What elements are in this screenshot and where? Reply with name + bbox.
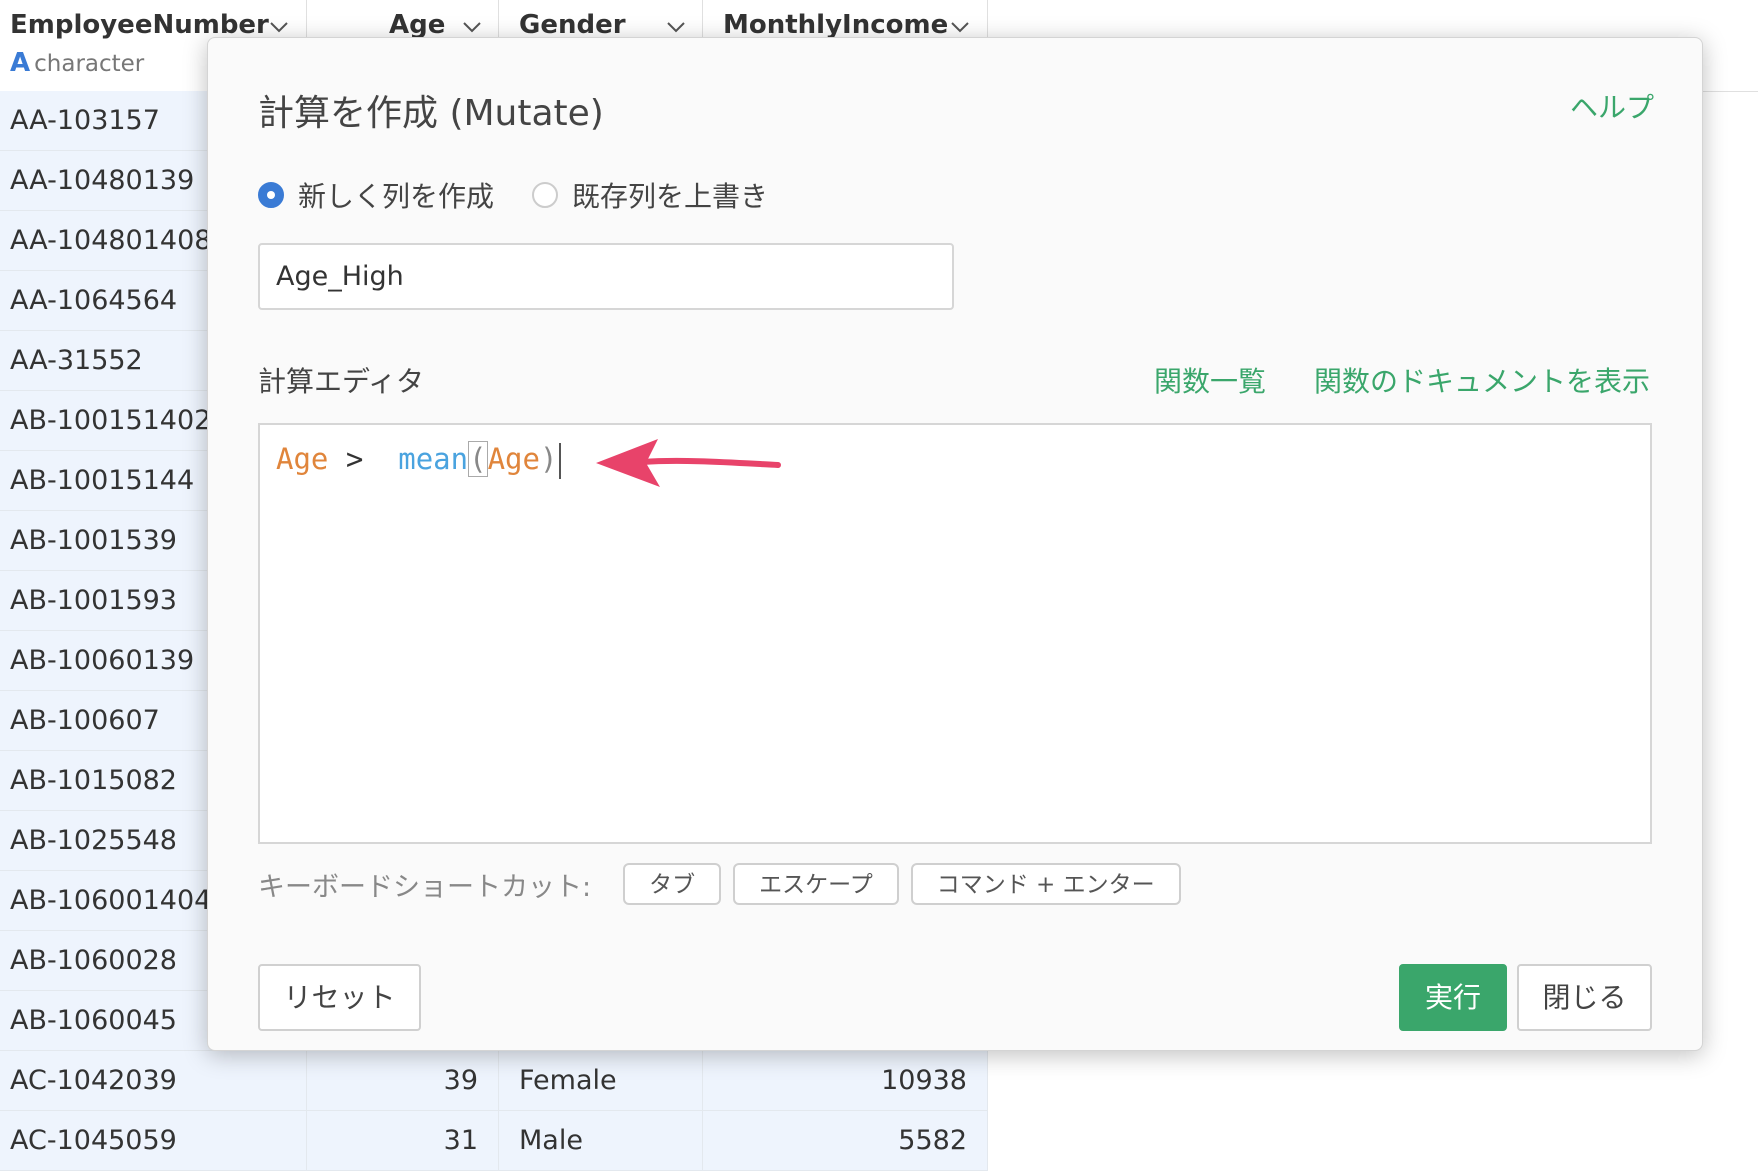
cell-employee-number[interactable]: AC-1045059: [0, 1111, 307, 1170]
run-button[interactable]: 実行: [1399, 964, 1507, 1031]
function-docs-link[interactable]: 関数のドキュメントを表示: [1314, 360, 1650, 400]
editor-label: 計算エディタ: [258, 365, 425, 398]
cell-gender[interactable]: Male: [499, 1111, 703, 1170]
code-token-paren-close: ): [539, 442, 558, 476]
function-list-link[interactable]: 関数一覧: [1154, 360, 1266, 400]
cell-monthly-income[interactable]: 5582: [703, 1111, 988, 1170]
cell-age[interactable]: 31: [307, 1111, 499, 1170]
shortcut-command-enter: コマンド + エンター: [910, 863, 1181, 905]
code-token-paren-open: (: [468, 441, 488, 477]
shortcut-escape: エスケープ: [733, 863, 899, 905]
keyboard-shortcuts: キーボードショートカット: タブ エスケープ コマンド + エンター: [258, 862, 1193, 906]
code-token-function: mean: [398, 442, 469, 476]
table-row[interactable]: AC-1045059 31 Male 5582: [0, 1111, 988, 1171]
calculation-editor[interactable]: Age > mean(Age): [258, 423, 1652, 844]
character-type-icon: A: [10, 48, 31, 78]
radio-label: 既存列を上書き: [572, 180, 769, 213]
radio-selected-icon[interactable]: [258, 182, 284, 208]
cell-employee-number[interactable]: AC-1042039: [0, 1051, 307, 1110]
column-name: MonthlyIncome: [723, 10, 949, 40]
column-type: Acharacter: [10, 48, 145, 78]
shortcut-tab: タブ: [623, 863, 722, 905]
table-row[interactable]: AC-1042039 39 Female 10938: [0, 1051, 988, 1111]
mode-radio-group: 新しく列を作成 既存列を上書き: [258, 175, 806, 215]
code-token-variable: Age: [276, 442, 329, 476]
radio-label: 新しく列を作成: [298, 180, 495, 213]
cell-gender[interactable]: Female: [499, 1051, 703, 1110]
close-button[interactable]: 閉じる: [1517, 964, 1652, 1031]
radio-overwrite-column[interactable]: 既存列を上書き: [532, 175, 768, 215]
code-line[interactable]: Age > mean(Age): [276, 437, 562, 481]
text-cursor: [559, 443, 562, 479]
reset-button[interactable]: リセット: [258, 964, 421, 1031]
column-name: EmployeeNumber: [10, 10, 269, 40]
radio-new-column[interactable]: 新しく列を作成: [258, 175, 494, 215]
code-token-argument: Age: [487, 442, 540, 476]
cell-age[interactable]: 39: [307, 1051, 499, 1110]
annotation-arrow-icon: [596, 439, 781, 487]
radio-unselected-icon[interactable]: [532, 182, 559, 208]
mutate-dialog: 計算を作成 (Mutate) ヘルプ 新しく列を作成 既存列を上書き 計算エディ…: [207, 37, 1703, 1051]
shortcut-label: キーボードショートカット:: [258, 871, 592, 903]
dialog-title: 計算を作成 (Mutate): [258, 93, 604, 134]
column-name: Gender: [519, 10, 626, 40]
code-token-operator: >: [328, 442, 381, 476]
cell-monthly-income[interactable]: 10938: [703, 1051, 988, 1110]
column-name: Age: [389, 10, 446, 40]
new-column-name-input[interactable]: [258, 243, 954, 310]
help-link[interactable]: ヘルプ: [1570, 86, 1654, 126]
